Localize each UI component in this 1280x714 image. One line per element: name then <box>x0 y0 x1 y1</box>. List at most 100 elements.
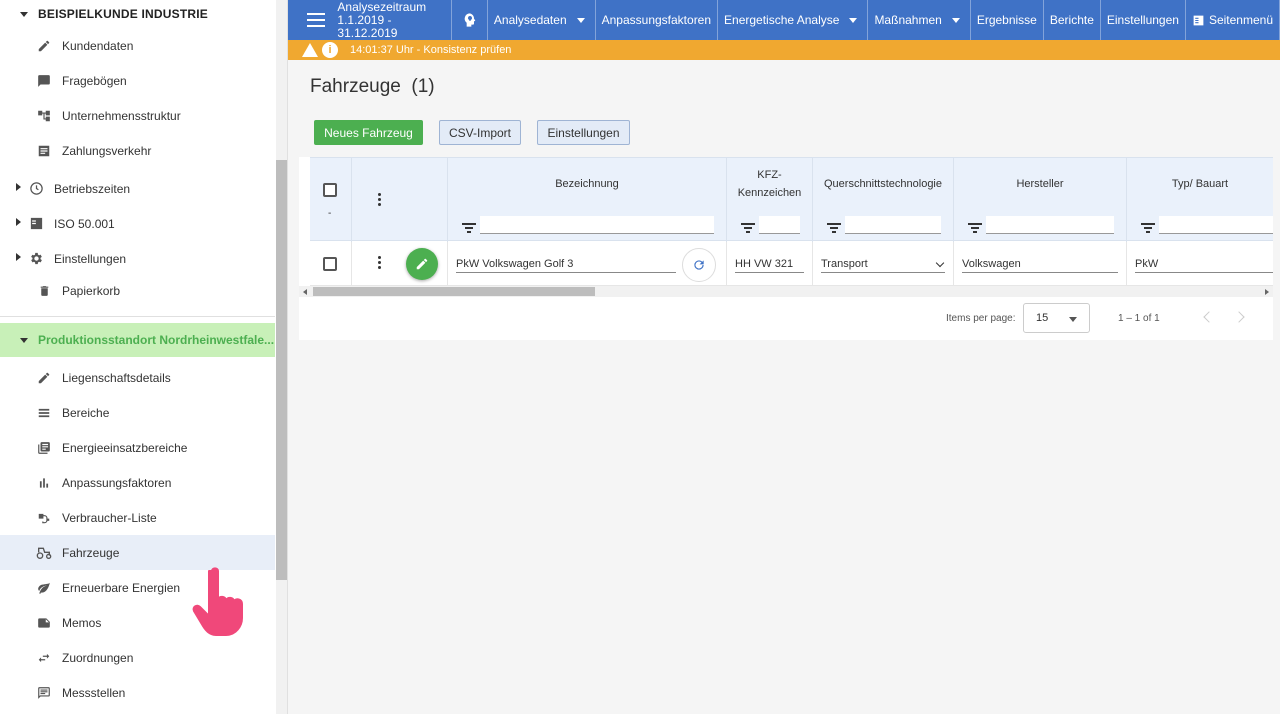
previous-page-button[interactable] <box>1203 311 1215 323</box>
filter-icon <box>462 222 476 234</box>
header-technologie: Querschnittstechnologie <box>813 158 954 242</box>
scroll-left-icon[interactable] <box>303 289 307 295</box>
nav-ergebnisse[interactable]: Ergebnisse <box>971 0 1044 40</box>
analysis-period[interactable]: Analysezeitraum 1.1.2019 - 31.12.2019 <box>337 0 453 40</box>
items-per-page-select[interactable]: 15 <box>1023 303 1090 333</box>
filter-bezeichnung[interactable] <box>462 216 714 234</box>
filter-input[interactable] <box>480 216 714 234</box>
header-select-cell: - <box>310 158 352 242</box>
csv-import-button[interactable]: CSV-Import <box>439 120 521 145</box>
sidebar-item-messstellen[interactable]: Messstellen <box>0 675 275 710</box>
nav-label: Ergebnisse <box>976 13 1037 27</box>
customer-header[interactable]: BEISPIELKUNDE INDUSTRIE <box>0 0 275 28</box>
technologie-select[interactable]: Transport <box>821 255 945 273</box>
select-all-checkbox[interactable] <box>323 183 337 197</box>
clock-icon <box>28 181 44 197</box>
sidebar-item-label: Fahrzeuge <box>62 545 120 560</box>
help-button[interactable] <box>452 0 488 40</box>
sidebar-item-label: Energieeinsatzbereiche <box>62 440 188 455</box>
table-horizontal-scrollbar[interactable] <box>299 286 1273 297</box>
bar-chart-icon <box>36 475 52 491</box>
filter-hersteller[interactable] <box>968 216 1114 234</box>
sidebar-item-bereiche[interactable]: Bereiche <box>0 395 275 430</box>
new-vehicle-button[interactable]: Neues Fahrzeug <box>314 120 423 145</box>
reset-button[interactable] <box>682 248 716 282</box>
sidebar-item-betriebszeiten[interactable]: Betriebszeiten <box>0 171 275 206</box>
sidebar-item-einstellungen[interactable]: Einstellungen <box>0 241 275 276</box>
nav-anpassungsfaktoren[interactable]: Anpassungsfaktoren <box>596 0 719 40</box>
list-icon <box>36 143 52 159</box>
column-label: Hersteller <box>1016 178 1064 190</box>
next-page-button[interactable] <box>1233 311 1245 323</box>
filter-input[interactable] <box>1159 216 1273 234</box>
nav-seitenmenue[interactable]: Seitenmenü <box>1186 0 1280 40</box>
filter-input[interactable] <box>759 216 800 234</box>
filter-typ[interactable] <box>1141 216 1273 234</box>
header-more-icon[interactable] <box>378 193 381 206</box>
column-label: Querschnittstechnologie <box>823 178 942 190</box>
sidebar-scrollbar-thumb[interactable] <box>276 160 287 580</box>
page-title: Fahrzeuge (1) <box>310 76 435 98</box>
scroll-right-icon[interactable] <box>1265 289 1269 295</box>
caret-down-icon <box>951 17 960 23</box>
table-row: PkW Volkswagen Golf 3 HH VW 321 Transpor… <box>310 242 1273 286</box>
nav-massnahmen[interactable]: Maßnahmen <box>868 0 971 40</box>
site-header-label: Produktionsstandort Nordrheinwestfale... <box>38 333 275 347</box>
sidebar-item-zahlungsverkehr[interactable]: Zahlungsverkehr <box>0 133 275 168</box>
edit-row-button[interactable] <box>406 248 438 280</box>
caret-right-icon <box>16 183 21 191</box>
row-checkbox[interactable] <box>323 257 337 271</box>
sidebar-item-unternehmensstruktur[interactable]: Unternehmensstruktur <box>0 98 275 133</box>
nav-analysedaten[interactable]: Analysedaten <box>488 0 596 40</box>
consistency-warning-bar[interactable]: i 14:01:37 Uhr - Konsistenz prüfen <box>288 40 1280 60</box>
pencil-icon <box>416 258 428 270</box>
sidebar-item-papierkorb[interactable]: Papierkorb <box>0 276 275 306</box>
kennzeichen-input[interactable]: HH VW 321 <box>735 255 804 273</box>
sidebar-item-frageboegen[interactable]: Fragebögen <box>0 63 275 98</box>
sidebar-item-label: Anpassungsfaktoren <box>62 475 172 490</box>
gear-icon <box>28 251 44 267</box>
list-icon <box>36 405 52 421</box>
hamburger-menu-button[interactable] <box>298 0 333 40</box>
warning-icon <box>302 43 318 57</box>
row-more-icon[interactable] <box>378 256 381 269</box>
sidebar-item-liegenschaftsdetails[interactable]: Liegenschaftsdetails <box>0 360 275 395</box>
nav-label: Anpassungsfaktoren <box>601 13 712 27</box>
table-settings-button[interactable]: Einstellungen <box>537 120 630 145</box>
sidebar-item-label: Liegenschaftsdetails <box>62 370 171 385</box>
sidebar-item-label: Betriebszeiten <box>54 181 131 196</box>
nav-berichte[interactable]: Berichte <box>1044 0 1101 40</box>
nav-label: Einstellungen <box>1106 13 1179 27</box>
nav-einstellungen[interactable]: Einstellungen <box>1101 0 1186 40</box>
filter-technologie[interactable] <box>827 216 941 234</box>
nav-energetische-analyse[interactable]: Energetische Analyse <box>718 0 869 40</box>
note-icon <box>36 615 52 631</box>
page-title-text: Fahrzeuge <box>310 76 401 97</box>
header-kennzeichen: KFZ- Kennzeichen <box>727 158 813 242</box>
sidebar-scrollbar[interactable] <box>276 0 287 714</box>
sidebar-item-anpassungsfaktoren[interactable]: Anpassungsfaktoren <box>0 465 275 500</box>
scrollbar-thumb[interactable] <box>313 287 595 296</box>
site-header[interactable]: Produktionsstandort Nordrheinwestfale... <box>0 323 275 357</box>
vehicles-table: - Bezeichnung KFZ- Kennzeichen Querschni… <box>299 157 1273 340</box>
chat-icon <box>36 73 52 89</box>
refresh-icon <box>694 260 704 270</box>
sidebar-item-label: Kundendaten <box>62 38 134 53</box>
sidebar-item-kundendaten[interactable]: Kundendaten <box>0 28 275 63</box>
filter-input[interactable] <box>845 216 941 234</box>
sidebar-item-iso[interactable]: ISO 50.001 <box>0 206 275 241</box>
sidebar-item-label: Memos <box>62 615 102 630</box>
filter-input[interactable] <box>986 216 1114 234</box>
filter-kennzeichen[interactable] <box>741 216 800 234</box>
sidebar-item-label: Fragebögen <box>62 73 127 88</box>
sidebar-item-verbraucher-liste[interactable]: Verbraucher-Liste <box>0 500 275 535</box>
bezeichnung-input[interactable]: PkW Volkswagen Golf 3 <box>456 255 676 273</box>
nav-label: Berichte <box>1049 13 1094 27</box>
nav-label: Analysedaten <box>493 13 567 27</box>
items-per-page-value: 15 <box>1036 312 1049 324</box>
sidebar-item-zuordnungen[interactable]: Zuordnungen <box>0 640 275 675</box>
sidebar-item-energieeinsatzbereiche[interactable]: Energieeinsatzbereiche <box>0 430 275 465</box>
hersteller-input[interactable]: Volkswagen <box>962 255 1118 273</box>
pencil-icon <box>36 38 52 54</box>
typ-input[interactable]: PkW <box>1135 255 1273 273</box>
